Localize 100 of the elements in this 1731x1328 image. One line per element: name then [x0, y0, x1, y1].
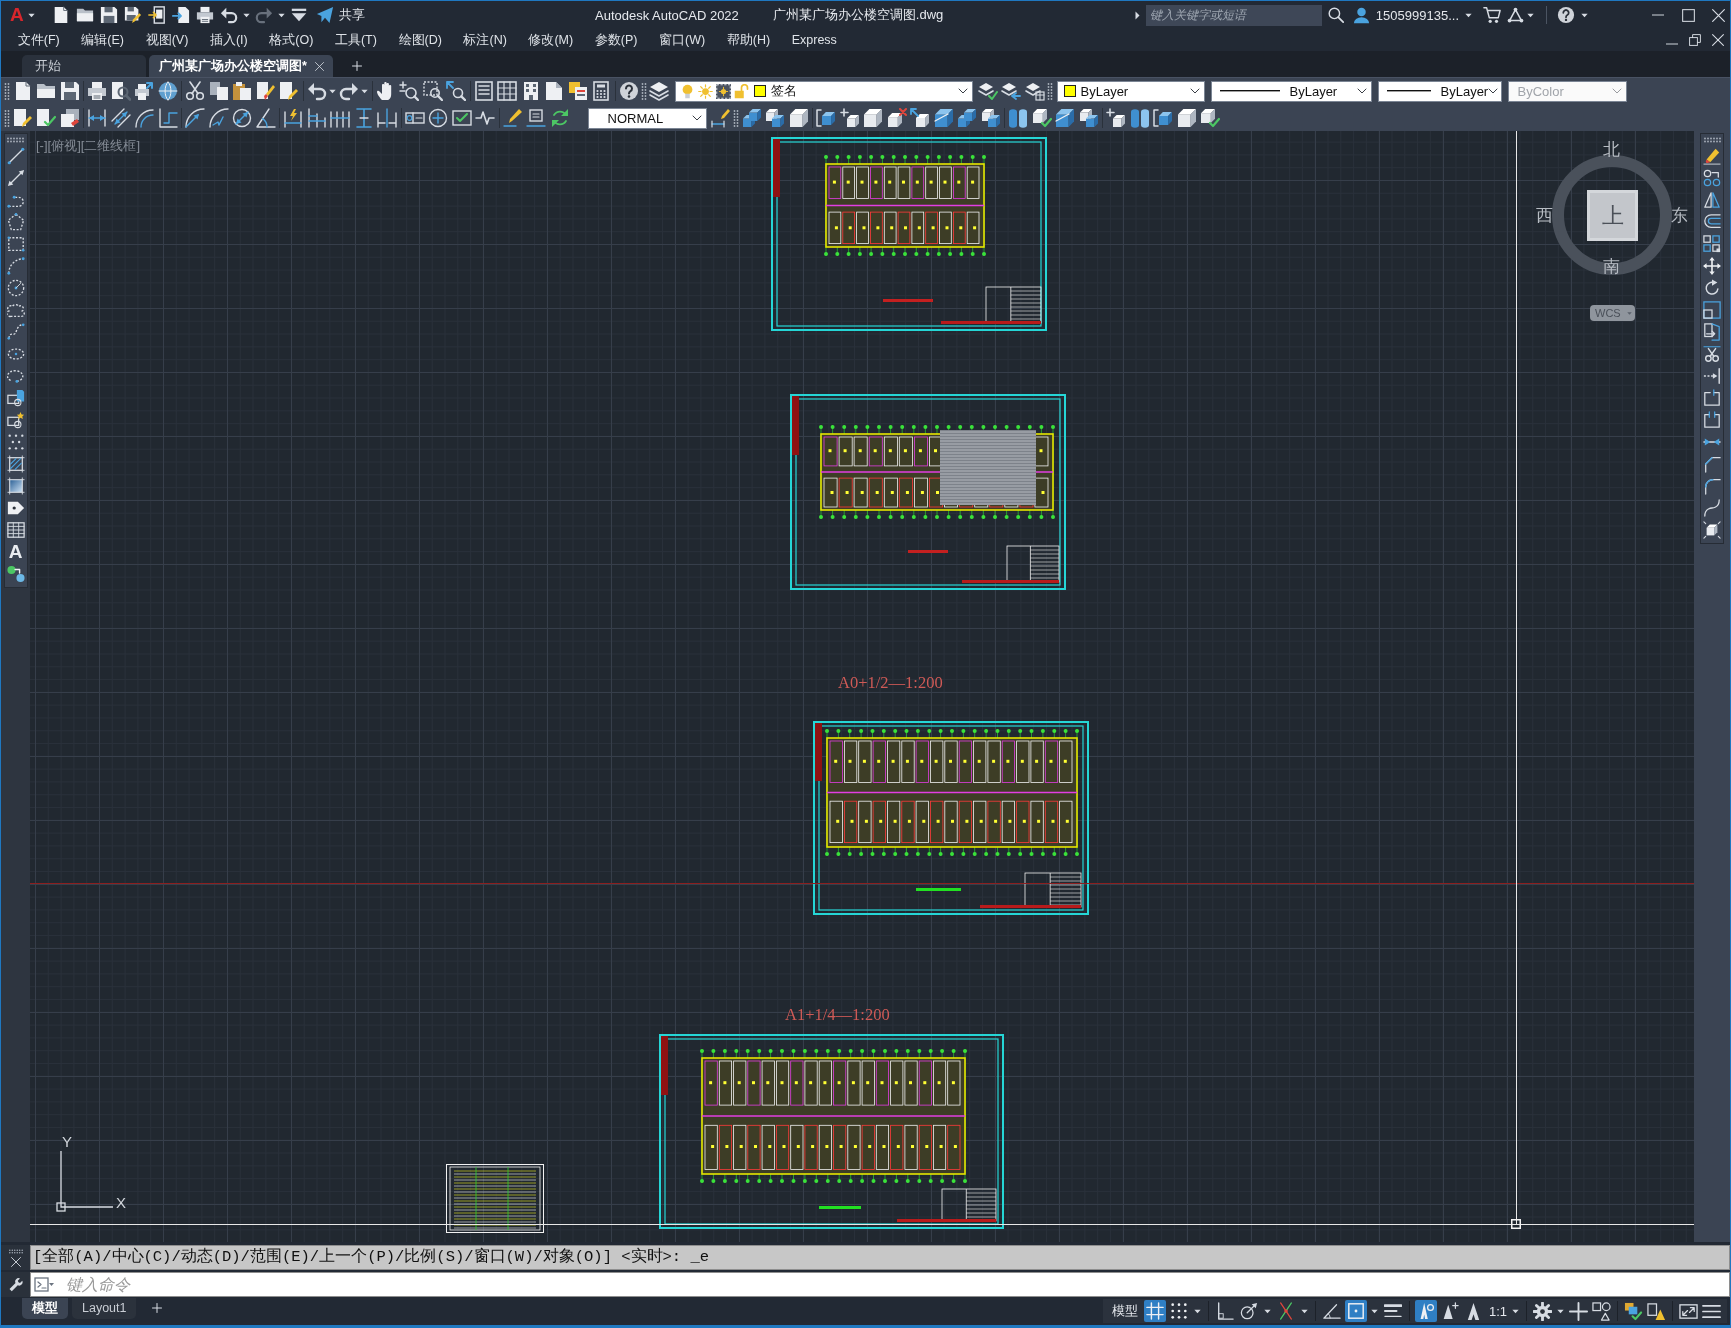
circles-arrow-icon[interactable] [1703, 169, 1721, 187]
cube-check-icon[interactable] [1200, 108, 1221, 128]
cube-check-icon[interactable] [1031, 108, 1052, 128]
arc-dimension-icon[interactable] [134, 108, 155, 128]
baseline-dimension-icon[interactable] [306, 108, 327, 128]
open-rectangle-icon[interactable] [1703, 389, 1721, 407]
tablet-arrow-icon[interactable] [147, 6, 166, 24]
ellipse-arc-icon[interactable] [6, 367, 25, 385]
model-space-button[interactable]: 模型 [1106, 1302, 1143, 1320]
document-tab[interactable]: 广州某广场办公楼空调图* [149, 55, 333, 77]
floppy-disk-pencil-icon[interactable] [123, 6, 142, 24]
grid-panel-icon[interactable] [497, 81, 518, 101]
caret-icon[interactable] [1193, 1307, 1201, 1315]
four-way-arrow-icon[interactable] [1703, 257, 1721, 275]
zigzag-line-icon[interactable] [475, 108, 496, 128]
monitor-star-icon[interactable] [6, 411, 25, 429]
cube-icon[interactable] [1176, 108, 1197, 128]
cylinders-icon[interactable] [1129, 108, 1150, 128]
linear-dimension-icon[interactable] [87, 108, 108, 128]
magnifier-frame-icon[interactable] [422, 81, 443, 101]
folder-icon[interactable] [75, 6, 94, 24]
grip-handle-icon[interactable] [4, 81, 10, 101]
caret-icon[interactable] [1581, 11, 1588, 19]
share-button[interactable]: 共享 [312, 6, 365, 24]
scissors-line-icon[interactable] [1703, 345, 1721, 363]
user-icon[interactable] [1352, 6, 1370, 24]
layer-stack-icon[interactable] [649, 81, 670, 101]
pencil-dimension-icon[interactable] [502, 108, 523, 128]
caret-icon[interactable] [1557, 1307, 1564, 1315]
folded-sheet-icon[interactable] [544, 81, 565, 101]
spline-curve-icon[interactable] [6, 323, 25, 341]
overlapping-cubes-icon[interactable] [741, 108, 762, 128]
radius-dimension-icon[interactable] [185, 108, 206, 128]
exploded-cube-icon[interactable] [1703, 521, 1721, 539]
viewcube-face[interactable]: 上 [1587, 190, 1638, 241]
hatched-square-icon[interactable] [6, 455, 25, 473]
terminal-caret-icon[interactable] [34, 1275, 54, 1294]
four-squares-icon[interactable] [1703, 235, 1721, 253]
cube-icon[interactable] [863, 108, 884, 128]
monitor-document-icon[interactable] [6, 389, 25, 407]
layer-dropdown[interactable]: 签名 [675, 80, 973, 102]
scissors-icon[interactable] [185, 81, 206, 101]
menu-item[interactable]: 文件(F) [7, 31, 71, 49]
layer-stack-arrow-icon[interactable] [1001, 81, 1022, 101]
undo-arrow-icon[interactable] [219, 6, 238, 24]
menu-item[interactable]: 视图(V) [134, 31, 200, 49]
help-icon[interactable] [618, 81, 639, 101]
table-grid-icon[interactable] [6, 521, 25, 539]
overlapping-squares-icon[interactable] [765, 108, 786, 128]
compass-direction-label[interactable]: 西 [1536, 206, 1553, 226]
caret-icon[interactable] [1263, 1307, 1271, 1315]
broken-dimension-icon[interactable] [377, 108, 398, 128]
stacked-sheets-icon[interactable] [59, 108, 80, 128]
layout-tab[interactable]: Layout1 [72, 1297, 137, 1319]
cart-icon[interactable] [1483, 6, 1501, 24]
undo-arrow-icon[interactable] [306, 81, 327, 101]
menu-item[interactable]: 标注(N) [452, 31, 518, 49]
grip-handle-icon[interactable] [7, 137, 24, 143]
cards-check-icon[interactable] [1624, 1301, 1643, 1321]
device-warning-icon[interactable] [1647, 1301, 1666, 1321]
menu-item[interactable]: 窗口(W) [648, 31, 716, 49]
plus-icon[interactable] [351, 61, 362, 71]
grip-handle-icon[interactable] [8, 1248, 23, 1254]
page-pencil-icon[interactable] [279, 81, 300, 101]
circular-arrow-icon[interactable] [1703, 279, 1721, 297]
menu-item[interactable]: 帮助(H) [715, 31, 781, 49]
cube-plus-icon[interactable] [839, 108, 860, 128]
angle-dimension-icon[interactable] [255, 108, 276, 128]
quick-dimension-icon[interactable] [283, 108, 304, 128]
square-target-icon[interactable] [1344, 1300, 1367, 1322]
caret-icon[interactable] [277, 11, 285, 19]
cylinders-icon[interactable] [1008, 108, 1029, 128]
page-brush-icon[interactable] [255, 81, 276, 101]
ruler-pencil-icon[interactable] [711, 108, 732, 128]
color-dropdown[interactable]: ByLayer [1056, 80, 1205, 102]
page-check-icon[interactable] [36, 108, 57, 128]
command-input-field[interactable]: 键入命令 [30, 1272, 1730, 1297]
page-magnifier-icon[interactable] [110, 81, 131, 101]
dimension-text-frame-icon[interactable] [526, 108, 547, 128]
grip-handle-icon[interactable] [733, 108, 739, 128]
circle-icon[interactable] [6, 279, 25, 297]
close-icon[interactable] [1712, 34, 1724, 46]
layer-stack-table-icon[interactable] [1024, 81, 1045, 101]
cube-cross-icon[interactable] [886, 108, 907, 128]
plus-sign-icon[interactable] [1569, 1301, 1588, 1321]
sheet-notes-icon[interactable] [567, 81, 588, 101]
search-field[interactable]: 键入关键字或短语 [1145, 4, 1322, 26]
cube-icon[interactable] [788, 108, 809, 128]
chevron-down-icon[interactable] [958, 86, 968, 96]
caret-icon[interactable] [27, 11, 35, 19]
menu-item[interactable]: 格式(O) [258, 31, 325, 49]
pentagon-icon[interactable] [6, 213, 25, 231]
caret-icon[interactable] [1465, 11, 1472, 19]
arc-icon[interactable] [6, 257, 25, 275]
magnifier-arrow-icon[interactable] [446, 81, 467, 101]
jogged-radius-icon[interactable] [208, 108, 229, 128]
double-arrow-line-icon[interactable] [6, 169, 25, 187]
bar-caret-icon[interactable] [289, 6, 308, 24]
cube-arrow-icon[interactable] [910, 108, 931, 128]
layout-tab[interactable]: 模型 [22, 1297, 68, 1319]
